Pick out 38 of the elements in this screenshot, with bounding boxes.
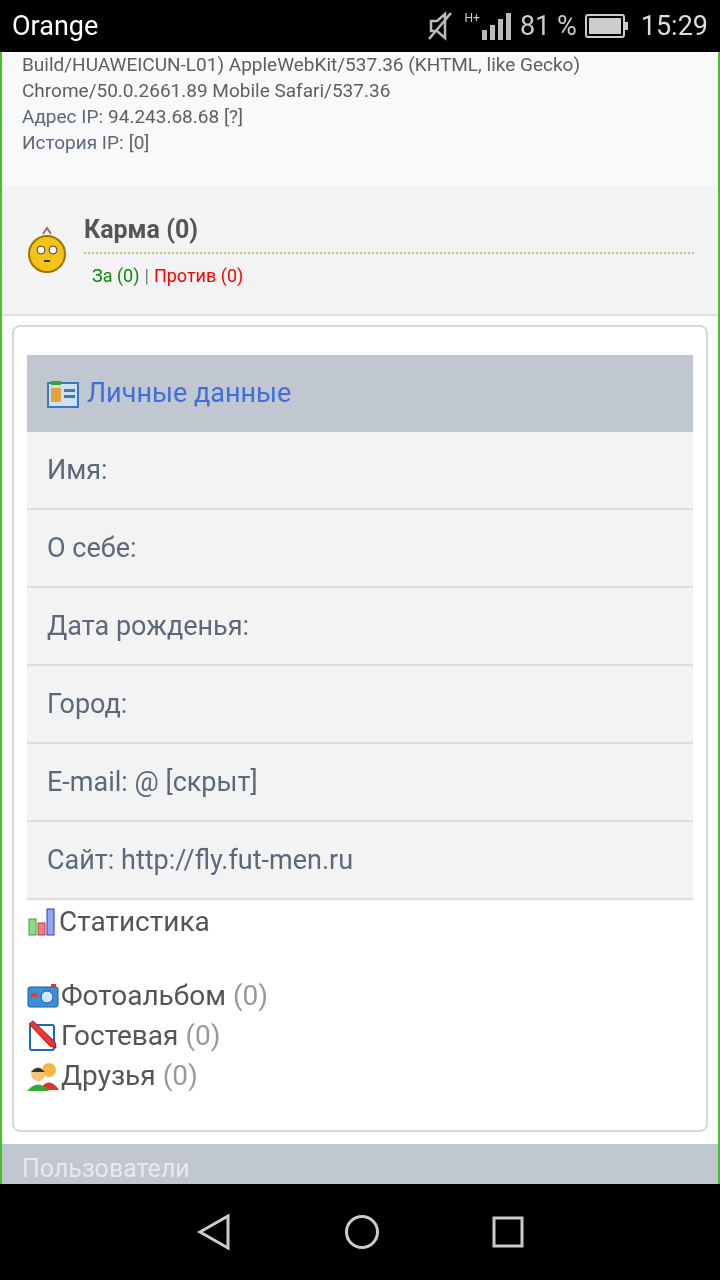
separator: |	[144, 264, 149, 289]
back-icon[interactable]	[196, 1213, 232, 1251]
clock: 15:29	[640, 8, 708, 44]
info-value: 94.243.68.68 [?]	[108, 104, 243, 130]
info-label: История IP:	[22, 130, 124, 156]
info-label: Адрес IP:	[22, 104, 104, 130]
profile-row: Город:	[27, 666, 693, 744]
profile-row: О себе:	[27, 510, 693, 588]
profile-row: E-mail: @ [скрыт]	[27, 744, 693, 822]
carrier-name: Orange	[12, 8, 99, 44]
profile-link[interactable]: Статистика	[59, 901, 210, 943]
link-count: (0)	[185, 1018, 221, 1054]
profile-row: Дата рожденья:	[27, 588, 693, 666]
battery-icon	[584, 14, 629, 38]
signal-icon	[481, 12, 512, 40]
karma-for-link[interactable]: За (0)	[92, 262, 140, 290]
bar-chart-icon	[27, 907, 57, 937]
info-value: [0]	[128, 130, 150, 156]
karma-against-link[interactable]: Против (0)	[153, 262, 244, 290]
battery-percent: 81 %	[519, 8, 577, 44]
smiley-icon	[26, 226, 68, 274]
karma-title: Карма (0)	[84, 210, 694, 255]
link-count: (0)	[233, 978, 269, 1014]
profile-row: Сайт: http://fly.fut-men.ru	[27, 822, 693, 900]
profile-link[interactable]: Фотоальбом	[61, 975, 226, 1017]
network-type: H+	[464, 12, 480, 24]
recent-apps-icon[interactable]	[492, 1216, 524, 1248]
profile-row: Имя:	[27, 432, 693, 510]
mute-icon	[426, 11, 453, 41]
profile-link[interactable]: Гостевая	[61, 1015, 179, 1057]
id-card-icon	[47, 379, 79, 408]
info-line: Chrome/50.0.2661.89 Mobile Safari/537.36	[22, 78, 392, 104]
info-line: Build/HUAWEICUN-L01) AppleWebKit/537.36 (KHTML, like Gecko)	[22, 52, 582, 78]
home-icon[interactable]	[344, 1214, 380, 1250]
profile-link[interactable]: Друзья	[61, 1055, 156, 1097]
camera-icon	[27, 983, 59, 1009]
users-icon	[27, 1061, 59, 1091]
link-count: (0)	[162, 1058, 198, 1094]
